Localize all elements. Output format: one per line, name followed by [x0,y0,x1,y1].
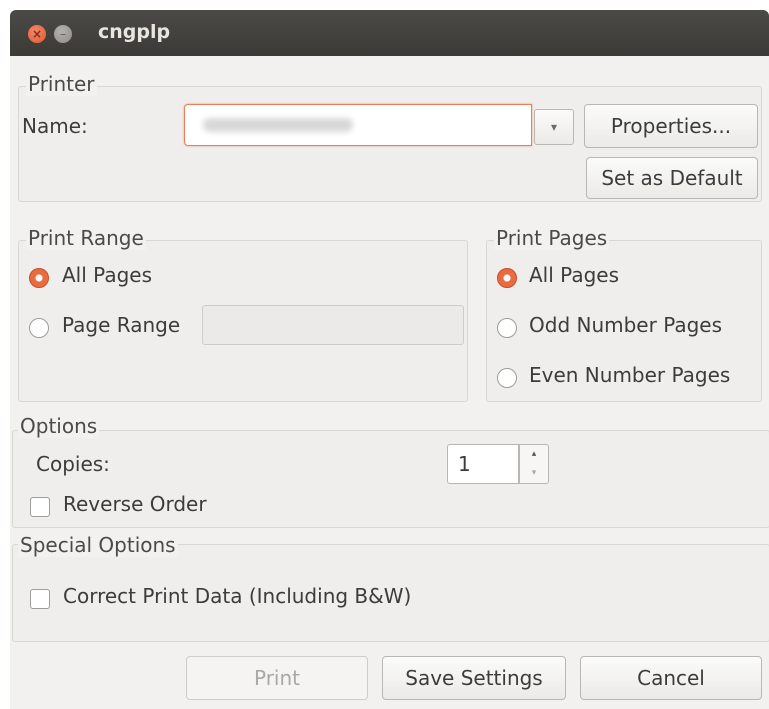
decrement-icon[interactable]: ▾ [520,464,548,483]
print-pages-all-pages-label[interactable]: All Pages [529,263,619,287]
even-number-pages-label[interactable]: Even Number Pages [529,363,730,387]
copies-label: Copies: [36,452,110,476]
page-range-input[interactable] [202,305,464,345]
close-window-button[interactable]: × [28,25,46,43]
print-range-page-range-radio[interactable] [29,318,49,338]
print-pages-legend: Print Pages [494,226,610,250]
set-as-default-button[interactable]: Set as Default [586,157,758,199]
correct-print-data-label[interactable]: Correct Print Data (Including B&W) [63,584,411,608]
properties-button[interactable]: Properties... [584,104,758,148]
title-bar: × – cngplp [10,10,769,56]
printer-legend: Printer [26,72,97,96]
printer-name-label: Name: [22,114,88,138]
minimize-window-button[interactable]: – [54,25,72,43]
reverse-order-checkbox[interactable] [30,497,50,517]
even-number-pages-radio[interactable] [497,368,517,388]
chevron-down-icon[interactable]: ▾ [534,109,574,145]
increment-icon[interactable]: ▴ [520,445,548,464]
print-dialog: Printer Name: ▾ Properties... Set as Def… [10,56,769,709]
print-range-all-pages-label[interactable]: All Pages [62,263,152,287]
correct-print-data-checkbox[interactable] [30,589,50,609]
reverse-order-label[interactable]: Reverse Order [63,492,207,516]
save-settings-button[interactable]: Save Settings [382,656,566,700]
print-range-all-pages-radio[interactable] [29,268,49,288]
cancel-button[interactable]: Cancel [580,656,762,700]
print-range-legend: Print Range [26,226,146,250]
options-legend: Options [18,414,100,438]
print-range-page-range-label[interactable]: Page Range [62,313,180,337]
print-pages-all-pages-radio[interactable] [497,268,517,288]
odd-number-pages-radio[interactable] [497,318,517,338]
copies-stepper[interactable]: ▴ ▾ [519,444,549,484]
print-button[interactable]: Print [186,656,368,700]
special-options-legend: Special Options [18,533,178,557]
copies-input[interactable]: 1 [447,444,519,484]
window-title: cngplp [98,21,171,43]
printer-name-value-redacted [203,118,353,132]
odd-number-pages-label[interactable]: Odd Number Pages [529,313,722,337]
printer-name-combo[interactable] [184,104,532,146]
